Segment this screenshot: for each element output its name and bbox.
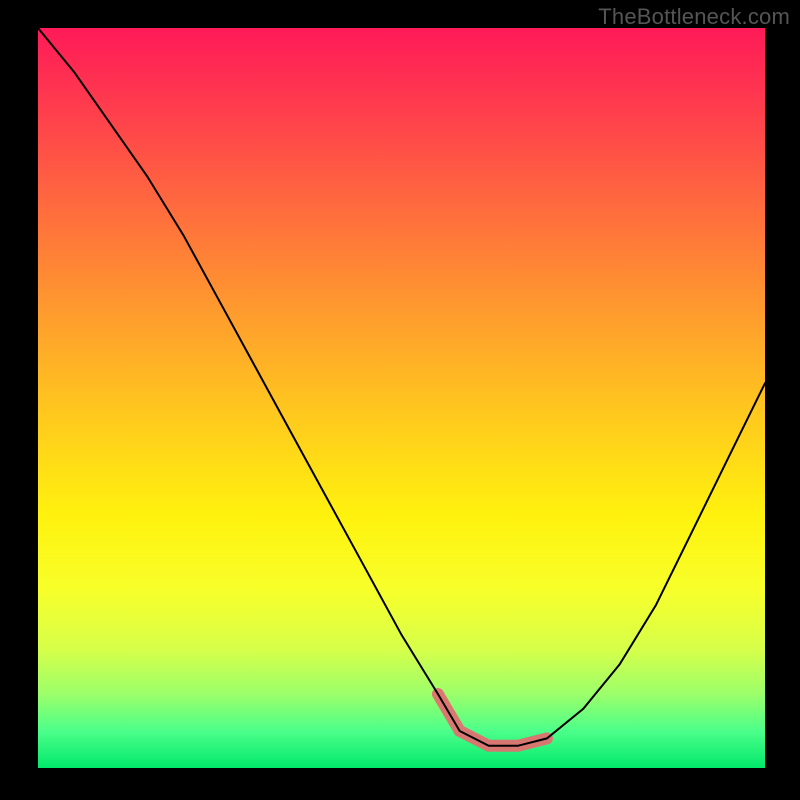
curve-main bbox=[38, 28, 765, 746]
chart-area bbox=[38, 28, 765, 768]
chart-svg bbox=[38, 28, 765, 768]
watermark-text: TheBottleneck.com bbox=[598, 4, 790, 30]
